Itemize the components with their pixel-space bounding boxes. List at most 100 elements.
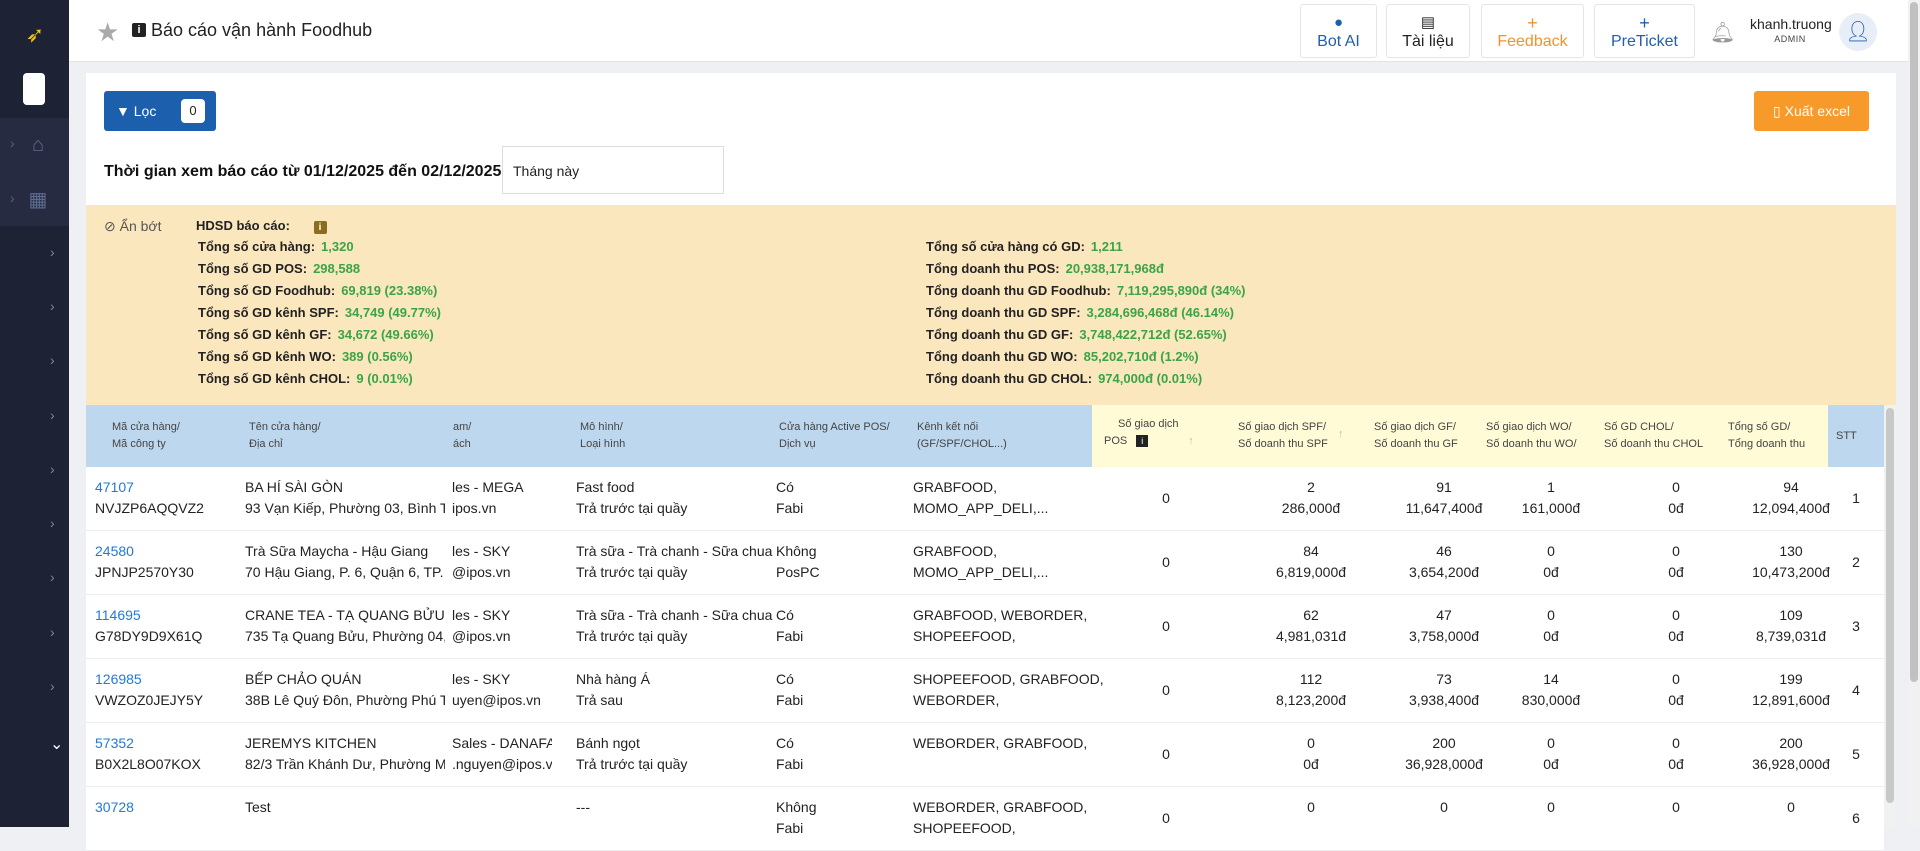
info-icon[interactable]: i <box>313 221 327 234</box>
team-cell: les - SKY @ipos.vn <box>452 543 511 580</box>
table-row[interactable]: 30728 Test --- Không Fabi WEBORDER, GRABFOOD,… <box>86 787 1884 851</box>
docs-button[interactable]: ▤ Tài liệu <box>1386 4 1470 58</box>
info-icon[interactable]: i <box>1136 435 1149 447</box>
summary-right-stat: Tổng doanh thu GD GF: 3,748,422,712đ (52.… <box>926 327 1227 342</box>
stat-label: Tổng doanh thu GD WO: <box>926 349 1078 364</box>
total-cell: 200 36,928,000đ <box>1752 735 1830 772</box>
active-cell: Không Fabi <box>776 799 817 836</box>
chevron-right-icon[interactable]: › <box>50 569 60 585</box>
summary-right-stat: Tổng doanh thu GD Foodhub: 7,119,295,890đ… <box>926 283 1246 298</box>
eye-slash-icon: ⊘ <box>104 218 116 234</box>
pos-cell: 0 <box>1162 746 1170 762</box>
summary-right-stat: Tổng doanh thu GD WO: 85,202,710đ (1.2%) <box>926 349 1199 364</box>
stat-label: Tổng số GD POS: <box>198 261 308 276</box>
sidebar-toggle[interactable] <box>23 73 45 105</box>
filter-funnel-icon: ▼ <box>116 103 130 119</box>
th-chol: Số GD CHOL/Số doanh thu CHOL <box>1604 421 1704 450</box>
summary-right-stat: Tổng doanh thu POS: 20,938,171,968đ <box>926 261 1164 276</box>
stt-cell: 2 <box>1852 554 1860 570</box>
summary-right-stat: Tổng doanh thu GD CHOL: 974,000đ (0.01%) <box>926 371 1202 386</box>
app-logo-icon[interactable]: ➶ <box>20 20 50 50</box>
store-name-cell: Test <box>245 799 271 815</box>
store-code-cell[interactable]: 30728 <box>95 797 220 818</box>
stat-value: 389 (0.56%) <box>341 349 413 364</box>
store-name-cell: CRANE TEA - TẠ QUANG BỬU 735 Tạ Quang Bửu… <box>245 607 445 644</box>
total-cell: 109 8,739,031đ <box>1755 607 1827 644</box>
feedback-button[interactable]: + Feedback <box>1481 4 1584 58</box>
favorite-star-icon[interactable]: ★ <box>96 18 124 46</box>
th-total: Tổng số GD/Tổng doanh thu <box>1728 421 1806 450</box>
chevron-right-icon[interactable]: › <box>50 515 60 531</box>
stat-label: Tổng số GD kênh WO: <box>198 349 336 364</box>
filter-button[interactable]: ▼ Lọc 0 <box>104 91 216 131</box>
summary-left-stat: Tổng số GD kênh GF: 34,672 (49.66%) <box>198 327 434 342</box>
gf-cell: 91 11,647,400đ <box>1405 479 1483 516</box>
chevron-right-icon[interactable]: › <box>10 190 20 206</box>
stat-label: Tổng doanh thu GD CHOL: <box>926 371 1093 386</box>
table-scrollbar-thumb[interactable] <box>1886 408 1894 803</box>
chevron-right-icon[interactable]: › <box>50 298 60 314</box>
channel-cell: GRABFOOD, WEBORDER, SHOPEEFOOD, <box>913 607 1088 644</box>
sidebar: ➶ › ⌂ › ▦ › › › › › › › › › ⌄ <box>0 0 69 827</box>
hide-summary-button[interactable]: ⊘ Ẩn bớt <box>104 218 162 235</box>
user-name: khanh.truong <box>1750 16 1832 32</box>
home-icon[interactable]: ⌂ <box>26 133 50 157</box>
chevron-right-icon[interactable]: › <box>50 624 60 640</box>
bot-ai-button[interactable]: ● Bot AI <box>1300 4 1377 58</box>
active-cell: Có Fabi <box>776 479 804 516</box>
report-time-label: Thời gian xem báo cáo từ 01/12/2025 đến … <box>104 163 507 180</box>
report-chart-icon[interactable]: ▦ <box>26 188 50 212</box>
chevron-right-icon[interactable]: › <box>50 461 60 477</box>
user-info[interactable]: khanh.truong ADMIN <box>1750 16 1832 44</box>
chevron-right-icon[interactable]: › <box>50 678 60 694</box>
chevron-right-icon[interactable]: › <box>50 244 60 260</box>
th-model: Mô hình/Loại hình <box>580 421 626 450</box>
page-scrollbar-thumb[interactable] <box>1910 2 1918 682</box>
spf-cell: 0 0đ <box>1303 735 1319 772</box>
time-range-select[interactable]: Tháng này <box>502 146 724 194</box>
spf-cell: 84 6,819,000đ <box>1275 543 1347 580</box>
stat-label: Tổng số GD kênh SPF: <box>198 305 339 320</box>
table-row[interactable]: 126985 VWZOZ0JEJY5Y BẾP CHẢO QUÁN 38B Lê Qu… <box>86 659 1884 723</box>
spf-cell: 0 <box>1307 799 1315 815</box>
summary-left-stat: Tổng số GD kênh CHOL: 9 (0.01%) <box>198 371 413 386</box>
store-code-cell[interactable]: 24580 JPNJP2570Y30 <box>95 541 220 583</box>
file-icon: ▯ <box>1773 103 1781 119</box>
chevron-right-icon[interactable]: › <box>10 135 20 151</box>
table-row[interactable]: 57352 B0X2L8O07KOX JEREMYS KITCHEN 82/3 Trầ… <box>86 723 1884 787</box>
model-cell: Bánh ngọt Trả trước tại quầy <box>576 735 688 772</box>
notification-bell-icon[interactable]: 🔔︎ <box>1710 20 1735 44</box>
chol-cell: 0 0đ <box>1668 543 1684 580</box>
total-cell: 199 12,891,600đ <box>1752 671 1830 708</box>
info-icon[interactable]: i <box>132 23 146 37</box>
wo-cell: 0 <box>1547 799 1555 815</box>
summary-left-stat: Tổng số GD POS: 298,588 <box>198 261 360 276</box>
table-row[interactable]: 114695 G78DY9D9X61Q CRANE TEA - TẠ QUANG B… <box>86 595 1884 659</box>
total-cell: 94 12,094,400đ <box>1752 479 1830 516</box>
gf-cell: 46 3,654,200đ <box>1408 543 1480 580</box>
user-role: ADMIN <box>1774 34 1806 44</box>
model-cell: Nhà hàng Á Trả sau <box>576 671 650 708</box>
store-code-cell[interactable]: 114695 G78DY9D9X61Q <box>95 605 220 647</box>
preticket-button[interactable]: + PreTicket <box>1594 4 1695 58</box>
chevron-right-icon[interactable]: › <box>50 407 60 423</box>
store-name-cell: BẾP CHẢO QUÁN 38B Lê Quý Đôn, Phường Phú … <box>245 671 445 708</box>
sort-arrow-up-icon[interactable]: ↑ <box>1188 435 1194 447</box>
stat-value: 9 (0.01%) <box>356 371 413 386</box>
table-row[interactable]: 47107 NVJZP6AQQVZ2 BA HÍ SÀI GÒN 93 Vạn Kiế… <box>86 467 1884 531</box>
plus-icon: + <box>1639 13 1650 33</box>
store-code-cell[interactable]: 126985 VWZOZ0JEJY5Y <box>95 669 220 711</box>
store-code-cell[interactable]: 57352 B0X2L8O07KOX <box>95 733 220 775</box>
gf-cell: 0 <box>1440 799 1448 815</box>
th-pos[interactable]: Số giao dịch POS i ↑ <box>1104 405 1214 467</box>
store-code-cell[interactable]: 47107 NVJZP6AQQVZ2 <box>95 477 220 519</box>
table-row[interactable]: 24580 JPNJP2570Y30 Trà Sữa Maycha - Hậu Gi… <box>86 531 1884 595</box>
summary-left-stat: Tổng số cửa hàng: 1,320 <box>198 239 354 254</box>
wo-cell: 0 0đ <box>1543 607 1559 644</box>
avatar-user-icon[interactable]: 👤︎ <box>1839 13 1877 51</box>
chevron-down-icon[interactable]: ⌄ <box>50 734 63 754</box>
th-wo: Số giao dịch WO/Số doanh thu WO/ <box>1486 421 1577 450</box>
export-excel-button[interactable]: ▯ Xuất excel <box>1754 91 1869 131</box>
chevron-right-icon[interactable]: › <box>50 352 60 368</box>
stat-value: 3,748,422,712đ (52.65%) <box>1079 327 1227 342</box>
